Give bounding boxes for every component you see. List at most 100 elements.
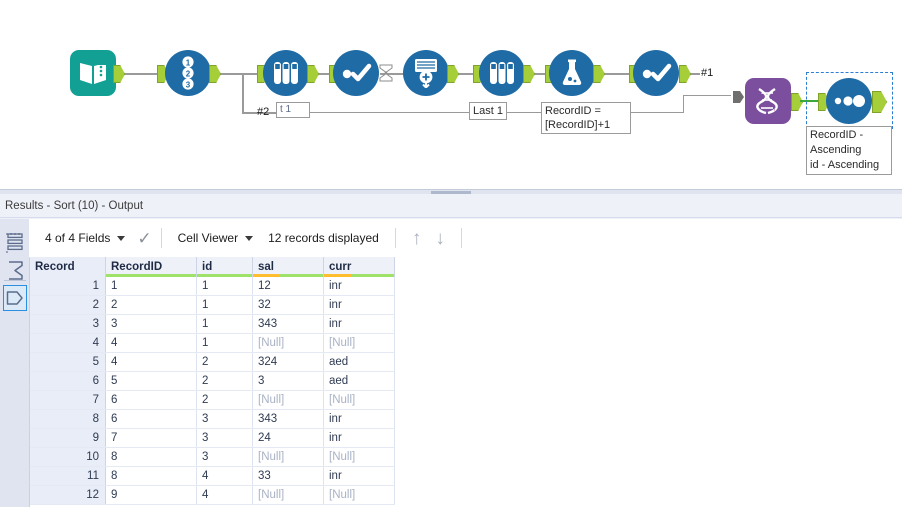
cell-id[interactable]: 3 [196, 409, 253, 429]
anchor-select1-output[interactable] [307, 65, 319, 83]
cell-recordid[interactable]: 6 [105, 409, 197, 429]
fields-dropdown[interactable]: 4 of 4 Fields [38, 219, 133, 257]
cell-sal[interactable]: 24 [252, 428, 324, 448]
cell-curr[interactable]: inr [323, 428, 395, 448]
cell-id[interactable]: 1 [196, 314, 253, 334]
cell-sal[interactable]: 343 [252, 314, 324, 334]
cell-recordid[interactable]: 3 [105, 314, 197, 334]
cell-sal[interactable]: [Null] [252, 447, 324, 467]
cell-curr[interactable]: [Null] [323, 333, 395, 353]
cell-id[interactable]: 1 [196, 295, 253, 315]
cell-id[interactable]: 2 [196, 390, 253, 410]
results-grid[interactable]: Record RecordID id sal curr 1 1 1 12 inr 2 2 1 32 inr… [30, 257, 902, 507]
cell-record[interactable]: 10 [30, 447, 106, 467]
anchor-multirow-input[interactable] [732, 89, 746, 105]
cell-record[interactable]: 7 [30, 390, 106, 410]
cell-sal[interactable]: [Null] [252, 390, 324, 410]
cell-id[interactable]: 4 [196, 466, 253, 486]
cell-id[interactable]: 2 [196, 371, 253, 391]
table-row[interactable]: 11 8 4 33 inr [30, 466, 395, 486]
cell-curr[interactable]: [Null] [323, 485, 395, 505]
rail-grid-button[interactable] [3, 229, 27, 255]
cell-record[interactable]: 4 [30, 333, 106, 353]
cell-sal[interactable]: 343 [252, 409, 324, 429]
cell-recordid[interactable]: 8 [105, 466, 197, 486]
cell-sal[interactable]: [Null] [252, 485, 324, 505]
workflow-canvas[interactable]: 1 2 3 #1 1 7 #2 t 1 Last 1 RecordID = [R… [0, 0, 902, 189]
cell-record[interactable]: 6 [30, 371, 106, 391]
anchor-recordid-output[interactable] [209, 65, 221, 83]
cell-recordid[interactable]: 1 [105, 277, 197, 296]
filter-tool-1[interactable] [333, 50, 379, 96]
table-row[interactable]: 8 6 3 343 inr [30, 409, 395, 429]
cell-id[interactable]: 1 [196, 277, 253, 296]
rail-drag-grip[interactable] [6, 222, 24, 253]
anchor-filter2-output[interactable] [679, 65, 691, 83]
table-row[interactable]: 5 4 2 324 aed [30, 352, 395, 372]
cell-recordid[interactable]: 4 [105, 352, 197, 372]
table-row[interactable]: 10 8 3 [Null] [Null] [30, 447, 395, 467]
cell-curr[interactable]: aed [323, 352, 395, 372]
input-data-tool[interactable] [70, 50, 116, 96]
column-header-record[interactable]: Record [30, 257, 106, 277]
cell-recordid[interactable]: 9 [105, 485, 197, 505]
rail-tag-button[interactable] [3, 285, 27, 311]
sort-tool[interactable] [826, 78, 872, 124]
anchor-formula-output[interactable] [593, 65, 605, 83]
cell-sal[interactable]: [Null] [252, 333, 324, 353]
anchor-input-output[interactable] [113, 65, 125, 83]
table-row[interactable]: 3 3 1 343 inr [30, 314, 395, 334]
table-row[interactable]: 1 1 1 12 inr [30, 277, 395, 296]
cell-sal[interactable]: 12 [252, 277, 324, 296]
cell-record[interactable]: 8 [30, 409, 106, 429]
column-header-sal[interactable]: sal [252, 257, 324, 277]
cell-curr[interactable]: inr [323, 277, 395, 296]
filter-tool-2[interactable] [633, 50, 679, 96]
table-row[interactable]: 6 5 2 3 aed [30, 371, 395, 391]
record-id-tool[interactable]: 1 2 3 [165, 50, 211, 96]
cell-id[interactable]: 3 [196, 447, 253, 467]
cell-curr[interactable]: inr [323, 314, 395, 334]
table-row[interactable]: 4 4 1 [Null] [Null] [30, 333, 395, 353]
cell-record[interactable]: 12 [30, 485, 106, 505]
results-toolbar[interactable]: 4 of 4 Fields ✓ Cell Viewer 12 records d… [29, 219, 902, 258]
cell-record[interactable]: 3 [30, 314, 106, 334]
checkmark-icon[interactable]: ✓ [137, 230, 151, 247]
table-row[interactable]: 9 7 3 24 inr [30, 428, 395, 448]
table-row[interactable]: 12 9 4 [Null] [Null] [30, 485, 395, 505]
cell-record[interactable]: 9 [30, 428, 106, 448]
cell-record[interactable]: 1 [30, 277, 106, 296]
anchor-select2-output[interactable] [523, 65, 535, 83]
cell-id[interactable]: 4 [196, 485, 253, 505]
cell-curr[interactable]: inr [323, 466, 395, 486]
cell-curr[interactable]: aed [323, 371, 395, 391]
cell-id[interactable]: 1 [196, 333, 253, 353]
arrow-up-icon[interactable]: ↑ [405, 229, 429, 248]
table-row[interactable]: 7 6 2 [Null] [Null] [30, 390, 395, 410]
cell-curr[interactable]: [Null] [323, 390, 395, 410]
cell-sal[interactable]: 324 [252, 352, 324, 372]
cell-viewer-dropdown[interactable]: Cell Viewer [171, 219, 261, 257]
cell-id[interactable]: 2 [196, 352, 253, 372]
multi-row-formula-tool[interactable]: 1 7 [745, 78, 791, 124]
column-header-id[interactable]: id [196, 257, 253, 277]
cell-sal[interactable]: 33 [252, 466, 324, 486]
cell-sal[interactable]: 3 [252, 371, 324, 391]
select-tool-2[interactable] [479, 50, 525, 96]
cell-record[interactable]: 11 [30, 466, 106, 486]
cell-record[interactable]: 2 [30, 295, 106, 315]
cell-recordid[interactable]: 4 [105, 333, 197, 353]
select-tool-1[interactable] [263, 50, 309, 96]
cell-curr[interactable]: inr [323, 295, 395, 315]
anchor-filter1-false-output[interactable] [379, 64, 393, 82]
cell-id[interactable]: 3 [196, 428, 253, 448]
cell-curr[interactable]: [Null] [323, 447, 395, 467]
cell-recordid[interactable]: 7 [105, 428, 197, 448]
cell-recordid[interactable]: 8 [105, 447, 197, 467]
cell-recordid[interactable]: 2 [105, 295, 197, 315]
union-tool[interactable] [403, 50, 449, 96]
arrow-down-icon[interactable]: ↓ [428, 229, 452, 248]
column-header-recordid[interactable]: RecordID [105, 257, 197, 277]
table-row[interactable]: 2 2 1 32 inr [30, 295, 395, 315]
cell-curr[interactable]: inr [323, 409, 395, 429]
